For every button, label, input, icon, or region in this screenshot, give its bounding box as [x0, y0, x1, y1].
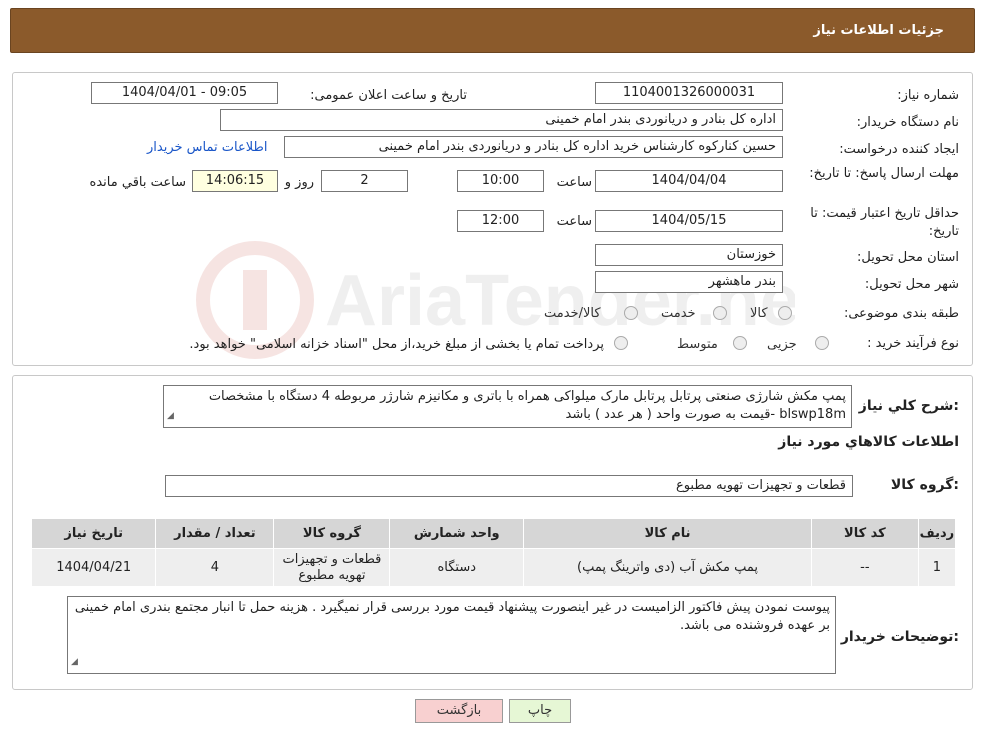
validity-time-field: 12:00	[457, 210, 544, 232]
resize-handle-icon[interactable]: ◢	[167, 407, 174, 425]
buyer-notes-text: پیوست نمودن پیش فاکتور الزامیست در غیر ا…	[74, 600, 830, 633]
creator-label: ایجاد کننده درخواست:	[839, 142, 959, 157]
col-name: نام کالا	[523, 518, 813, 549]
category-radio-goods-service[interactable]	[624, 306, 638, 320]
back-button[interactable]: بازگشت	[415, 699, 503, 723]
process-option-minor: جزیی	[767, 337, 797, 352]
col-code: کد کالا	[811, 518, 919, 549]
cell-row: 1	[917, 548, 957, 587]
cell-name: پمپ مکش آب (دی واترینگ پمپ)	[523, 548, 813, 587]
col-row: ردیف	[917, 518, 957, 549]
creator-field: حسین کنارکوه کارشناس خرید اداره کل بنادر…	[284, 136, 783, 158]
description-label: شرح کلي نياز:	[858, 398, 959, 414]
cell-group: قطعات و تجهیزات تهویه مطبوع	[273, 548, 391, 587]
process-radio-medium[interactable]	[733, 336, 747, 350]
category-option-goods-service: کالا/خدمت	[544, 306, 601, 321]
buyer-org-label: نام دستگاه خریدار:	[856, 115, 959, 130]
description-textarea[interactable]: پمپ مکش شارژی صنعتی پرتابل پرتابل مارک م…	[163, 385, 852, 428]
days-label: روز و	[284, 175, 314, 190]
validity-time-label: ساعت	[556, 214, 592, 229]
announce-label: تاریخ و ساعت اعلان عمومی:	[310, 88, 467, 103]
cell-unit: دستگاه	[389, 548, 525, 587]
category-label: طبقه بندی موضوعی:	[843, 306, 959, 321]
category-option-service: خدمت	[661, 306, 696, 321]
category-radio-goods[interactable]	[778, 306, 792, 320]
remaining-time-field: 14:06:15	[192, 170, 278, 192]
cell-date: 1404/04/21	[30, 548, 157, 587]
need-number-label: شماره نیاز:	[897, 88, 959, 103]
buyer-org-field: اداره کل بنادر و دریانوردی بندر امام خمی…	[220, 109, 783, 131]
category-option-goods: کالا	[750, 306, 768, 321]
deadline-label: مهلت ارسال پاسخ: تا تاریخ:	[809, 166, 959, 181]
process-label: نوع فرآیند خرید :	[867, 336, 959, 351]
days-remaining-field: 2	[321, 170, 408, 192]
announce-datetime-field: 1404/04/01 - 09:05	[91, 82, 278, 104]
process-radio-treasury[interactable]	[614, 336, 628, 350]
goods-group-label: گروه کالا:	[890, 477, 959, 493]
goods-table-header: ردیف کد کالا نام کالا واحد شمارش گروه کا…	[30, 518, 957, 549]
col-group: گروه کالا	[273, 518, 391, 549]
validity-label: حداقل تاریخ اعتبار قیمت: تا تاریخ:	[810, 206, 959, 239]
goods-group-field: قطعات و تجهیزات تهویه مطبوع	[165, 475, 853, 497]
col-qty: تعداد / مقدار	[155, 518, 275, 549]
validity-date-field: 1404/05/15	[595, 210, 783, 232]
cell-code: --	[811, 548, 919, 587]
description-text: پمپ مکش شارژی صنعتی پرتابل پرتابل مارک م…	[208, 389, 846, 422]
process-option-medium: متوسط	[677, 337, 718, 352]
print-button[interactable]: چاپ	[509, 699, 571, 723]
deadline-date-field: 1404/04/04	[595, 170, 783, 192]
table-row: 1 -- پمپ مکش آب (دی واترینگ پمپ) دستگاه …	[30, 548, 957, 587]
buyer-contact-link[interactable]: اطلاعات تماس خریدار	[147, 140, 267, 155]
col-date: تاریخ نیاز	[30, 518, 157, 549]
goods-section-title: اطلاعات کالاهاي مورد نياز	[778, 434, 959, 450]
process-note: پرداخت تمام یا بخشی از مبلغ خرید،از محل …	[189, 337, 604, 352]
resize-handle-icon[interactable]: ◢	[71, 653, 78, 671]
province-label: استان محل تحویل:	[857, 250, 959, 265]
category-radio-service[interactable]	[713, 306, 727, 320]
col-unit: واحد شمارش	[389, 518, 525, 549]
page-header: جزئیات اطلاعات نیاز	[10, 8, 975, 53]
deadline-time-label: ساعت	[556, 175, 592, 190]
city-label: شهر محل تحویل:	[864, 277, 959, 292]
need-number-field: 1104001326000031	[595, 82, 783, 104]
buyer-notes-textarea[interactable]: پیوست نمودن پیش فاکتور الزامیست در غیر ا…	[67, 596, 836, 674]
deadline-time-field: 10:00	[457, 170, 544, 192]
province-field: خوزستان	[595, 244, 783, 266]
page-title: جزئیات اطلاعات نیاز	[813, 23, 944, 38]
remaining-time-label: ساعت باقي مانده	[89, 175, 186, 190]
city-field: بندر ماهشهر	[595, 271, 783, 293]
cell-qty: 4	[155, 548, 275, 587]
goods-table: ردیف کد کالا نام کالا واحد شمارش گروه کا…	[30, 518, 957, 587]
buyer-notes-label: توضیحات خریدار:	[840, 629, 959, 645]
process-radio-minor[interactable]	[815, 336, 829, 350]
